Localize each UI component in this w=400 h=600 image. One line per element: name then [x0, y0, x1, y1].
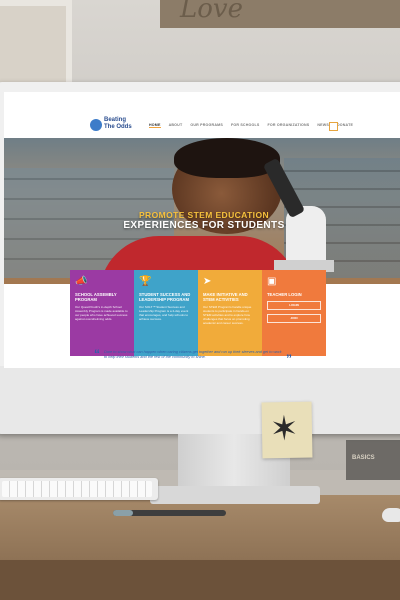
cart-icon[interactable]: [329, 122, 338, 131]
nav-for-schools[interactable]: FOR SCHOOLS: [231, 123, 260, 128]
card-title: STUDENT SUCCESS AND LEADERSHIP PROGRAM: [139, 292, 191, 302]
quote-text: Dare to show what can happen when caring…: [104, 350, 282, 359]
book-label: BASICS: [352, 455, 375, 461]
card-text: Our STEM Program's handle unique student…: [203, 305, 252, 325]
logo-text: Beating The Odds: [104, 117, 132, 130]
logo-icon: [90, 119, 102, 131]
teacher-icon: ▣: [267, 276, 277, 287]
join-button[interactable]: JOIN: [267, 314, 321, 323]
sign-text: Love: [180, 0, 243, 24]
trophy-icon: 🏆: [139, 276, 152, 287]
wall-sign: Love: [160, 0, 400, 28]
monitor-chin: [0, 366, 400, 434]
card-text: Our Quest4Youth's in-depth School Assemb…: [75, 305, 128, 321]
card-title: MAKE INITIATIVE AND STEM ACTIVITIES: [203, 292, 248, 302]
quote-open-icon: “: [94, 347, 100, 361]
site-nav: Beating The Odds HOME ABOUT OUR PROGRAMS…: [4, 114, 400, 138]
hero-line-1: PROMOTE STEM EDUCATION: [138, 210, 269, 220]
megaphone-icon: 📣: [75, 276, 88, 287]
hero-line-2: EXPERIENCES FOR STUDENTS: [123, 220, 285, 231]
nav-news[interactable]: NEWS: [317, 123, 329, 128]
login-button[interactable]: LOGIN: [267, 301, 321, 310]
nav-home[interactable]: HOME: [149, 123, 161, 128]
pen-cap: [113, 510, 133, 516]
paper-plane-icon: ➤: [203, 276, 212, 287]
mouse: [382, 508, 400, 522]
nav-about[interactable]: ABOUT: [169, 123, 183, 128]
monitor-screen: Beating The Odds HOME ABOUT OUR PROGRAMS…: [4, 92, 400, 368]
nav-donate[interactable]: DONATE: [337, 123, 353, 128]
card-title: TEACHER LOGIN: [267, 292, 302, 297]
sticky-note: ✶: [261, 401, 313, 459]
monitor-foot: [150, 486, 320, 504]
keyboard: [0, 478, 158, 500]
site-logo[interactable]: Beating The Odds: [90, 117, 136, 135]
nav-for-organizations[interactable]: FOR ORGANIZATIONS: [268, 123, 310, 128]
testimonial-quote: “ Dare to show what can happen when cari…: [94, 347, 292, 366]
card-stem-activities[interactable]: ➤ MAKE INITIATIVE AND STEM ACTIVITIES Ou…: [198, 270, 262, 356]
nav-links: HOME ABOUT OUR PROGRAMS FOR SCHOOLS FOR …: [149, 123, 353, 128]
hero-heading: PROMOTE STEM EDUCATION EXPERIENCES FOR S…: [4, 210, 400, 231]
student-hair: [174, 138, 280, 178]
card-student-success[interactable]: 🏆 STUDENT SUCCESS AND LEADERSHIP PROGRAM…: [134, 270, 198, 356]
desk-edge: [0, 560, 400, 600]
card-school-assembly[interactable]: 📣 SCHOOL ASSEMBLY PROGRAM Our Quest4Yout…: [70, 270, 134, 356]
nav-programs[interactable]: OUR PROGRAMS: [190, 123, 223, 128]
card-text: Our SOLT™ Student Success and Leadership…: [139, 305, 189, 321]
running-figure-icon: ✶: [269, 409, 299, 449]
keyboard-keys: [2, 481, 152, 497]
quote-close-icon: ”: [286, 352, 292, 366]
program-cards: 📣 SCHOOL ASSEMBLY PROGRAM Our Quest4Yout…: [70, 270, 326, 356]
card-title: SCHOOL ASSEMBLY PROGRAM: [75, 292, 117, 302]
card-teacher-login: ▣ TEACHER LOGIN LOGIN JOIN: [262, 270, 326, 356]
